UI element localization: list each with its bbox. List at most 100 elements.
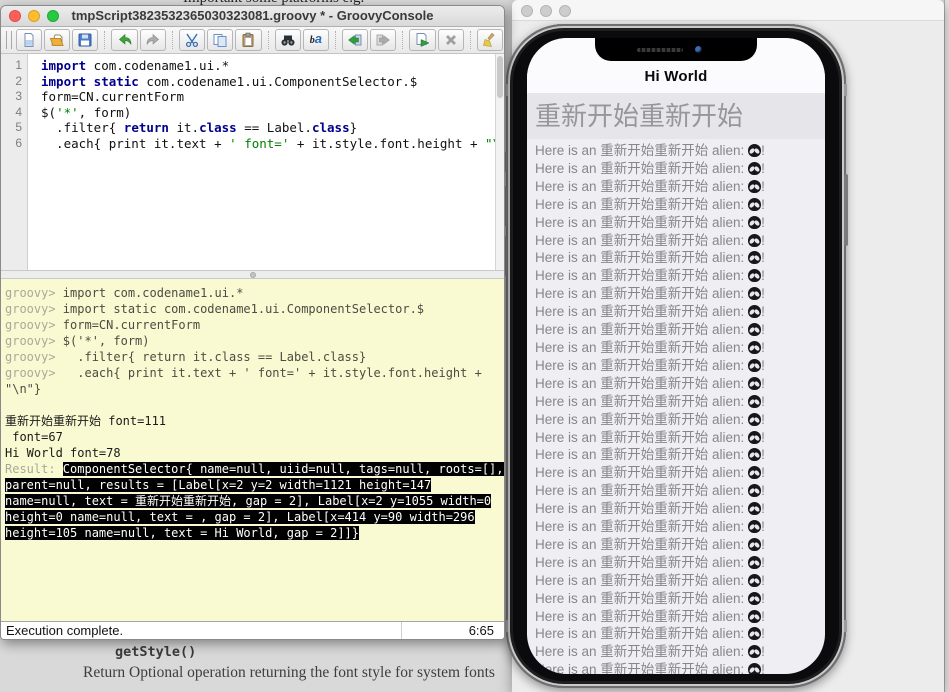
line-number: 5	[1, 120, 22, 136]
history-previous-icon	[347, 32, 363, 48]
cut-button[interactable]	[179, 29, 205, 51]
code-line[interactable]: import static com.codename1.ui.Component…	[41, 74, 494, 90]
paste-button[interactable]	[235, 29, 261, 51]
new-file-button[interactable]	[16, 29, 42, 51]
simulator-window: Hi World 重新开始重新开始 Here is an 重新开始重新开始 al…	[512, 0, 944, 692]
line-number: 2	[1, 74, 22, 90]
antenna-line	[505, 84, 508, 96]
phone-screen[interactable]: Hi World 重新开始重新开始 Here is an 重新开始重新开始 al…	[527, 38, 825, 674]
code-line[interactable]: import com.codename1.ui.*	[41, 58, 494, 74]
replace-button[interactable]: ba	[303, 29, 329, 51]
toolbar-separator	[268, 31, 269, 49]
background-window-edge	[944, 0, 949, 692]
line-number: 4	[1, 105, 22, 121]
execute-script-button[interactable]	[409, 29, 435, 51]
output-line[interactable]: groovy> import static com.codename1.ui.C…	[5, 301, 504, 317]
open-file-button[interactable]	[44, 29, 70, 51]
copy-icon	[212, 32, 228, 48]
power-button[interactable]	[844, 174, 848, 246]
output-line[interactable]: groovy> import com.codename1.ui.*	[5, 285, 504, 301]
output-line[interactable]: 重新开始重新开始 font=111	[5, 413, 504, 429]
output-line[interactable]: font=67	[5, 429, 504, 445]
open-folder-icon	[49, 32, 65, 48]
window-title: tmpScript3823532365030323081.groovy * - …	[1, 6, 504, 26]
alien-emoji-icon	[748, 341, 761, 354]
list-item: Here is an 重新开始重新开始 alien: !	[535, 661, 825, 674]
list-item: Here is an 重新开始重新开始 alien: !	[535, 625, 825, 643]
history-previous-button[interactable]	[342, 29, 368, 51]
alien-emoji-icon	[748, 216, 761, 229]
output-line[interactable]: Result: ComponentSelector{ name=null, ui…	[5, 461, 504, 477]
list-item: Here is an 重新开始重新开始 alien: !	[535, 572, 825, 590]
alien-emoji-icon	[748, 287, 761, 300]
broom-icon	[482, 32, 498, 48]
undo-button[interactable]	[111, 29, 137, 51]
toolbar-separator	[335, 31, 336, 49]
list-item: Here is an 重新开始重新开始 alien: !	[535, 429, 825, 447]
editor-scrollbar[interactable]	[495, 54, 504, 270]
alien-emoji-icon	[748, 556, 761, 569]
code-line[interactable]: $('*', form)	[41, 105, 494, 121]
list-item: Here is an 重新开始重新开始 alien: !	[535, 321, 825, 339]
code-line[interactable]: .each{ print it.text + ' font=' + it.sty…	[41, 136, 494, 152]
output-line[interactable]: groovy> form=CN.currentForm	[5, 317, 504, 333]
output-line[interactable]: name=null, text = 重新开始重新开始, gap = 2], La…	[5, 493, 504, 509]
list-item: Here is an 重新开始重新开始 alien: !	[535, 214, 825, 232]
speaker-grille-icon	[637, 48, 683, 52]
zoom-button[interactable]	[47, 10, 59, 22]
copy-button[interactable]	[207, 29, 233, 51]
output-line[interactable]: groovy> $('*', form)	[5, 333, 504, 349]
split-pane-divider[interactable]	[1, 270, 504, 279]
simulator-titlebar[interactable]	[512, 0, 944, 21]
list-item: Here is an 重新开始重新开始 alien: !	[535, 446, 825, 464]
list-item: Here is an 重新开始重新开始 alien: !	[535, 267, 825, 285]
alien-emoji-icon	[748, 663, 761, 674]
background-document: getStyle() Return Optional operation ret…	[0, 640, 505, 692]
close-button[interactable]	[521, 5, 533, 17]
alien-emoji-icon	[748, 144, 761, 157]
save-button[interactable]	[72, 29, 98, 51]
status-divider	[401, 622, 402, 639]
output-line[interactable]: groovy> .filter{ return it.class == Labe…	[5, 349, 504, 365]
status-bar: Execution complete. 6:65	[1, 621, 504, 639]
interrupt-script-button[interactable]	[438, 29, 464, 51]
list-item: Here is an 重新开始重新开始 alien: !	[535, 232, 825, 250]
list-item: Here is an 重新开始重新开始 alien: !	[535, 285, 825, 303]
scissors-icon	[184, 32, 200, 48]
code-editor[interactable]: 123456 import com.codename1.ui.*import s…	[1, 54, 504, 270]
alien-emoji-icon	[748, 377, 761, 390]
output-line[interactable]: groovy> .each{ print it.text + ' font=' …	[5, 365, 504, 381]
output-line[interactable]	[5, 397, 504, 413]
list-item: Here is an 重新开始重新开始 alien: !	[535, 536, 825, 554]
minimize-button[interactable]	[540, 5, 552, 17]
output-line[interactable]: parent=null, results = [Label[x=2 y=2 wi…	[5, 477, 504, 493]
output-line[interactable]: "\n"}	[5, 381, 504, 397]
minimize-button[interactable]	[28, 10, 40, 22]
output-line[interactable]: height=0 name=null, text = , gap = 2], L…	[5, 509, 504, 525]
editor-text[interactable]: import com.codename1.ui.*import static c…	[41, 58, 494, 270]
binoculars-icon	[280, 32, 296, 48]
clear-output-button[interactable]	[477, 29, 503, 51]
undo-icon	[117, 32, 133, 48]
groovy-console-window: tmpScript3823532365030323081.groovy * - …	[0, 5, 505, 640]
code-line[interactable]: form=CN.currentForm	[41, 89, 494, 105]
new-file-icon	[21, 32, 37, 48]
code-line[interactable]: .filter{ return it.class == Label.class}	[41, 120, 494, 136]
alien-emoji-icon	[748, 592, 761, 605]
alien-emoji-icon	[748, 162, 761, 175]
redo-button[interactable]	[140, 29, 166, 51]
zoom-button[interactable]	[559, 5, 571, 17]
history-next-button[interactable]	[370, 29, 396, 51]
console-titlebar[interactable]: tmpScript3823532365030323081.groovy * - …	[1, 6, 504, 27]
status-message: Execution complete.	[6, 623, 123, 638]
find-button[interactable]	[275, 29, 301, 51]
output-pane[interactable]: groovy> import com.codename1.ui.*groovy>…	[1, 279, 504, 623]
close-button[interactable]	[9, 10, 21, 22]
list-item: Here is an 重新开始重新开始 alien: !	[535, 608, 825, 626]
toolbar-drag-handle[interactable]	[6, 31, 12, 49]
splitter-grip-icon	[250, 272, 256, 278]
output-line[interactable]: height=105 name=null, text = Hi World, g…	[5, 525, 504, 541]
list-item: Here is an 重新开始重新开始 alien: !	[535, 142, 825, 160]
notch	[595, 38, 757, 61]
output-line[interactable]: Hi World font=78	[5, 445, 504, 461]
